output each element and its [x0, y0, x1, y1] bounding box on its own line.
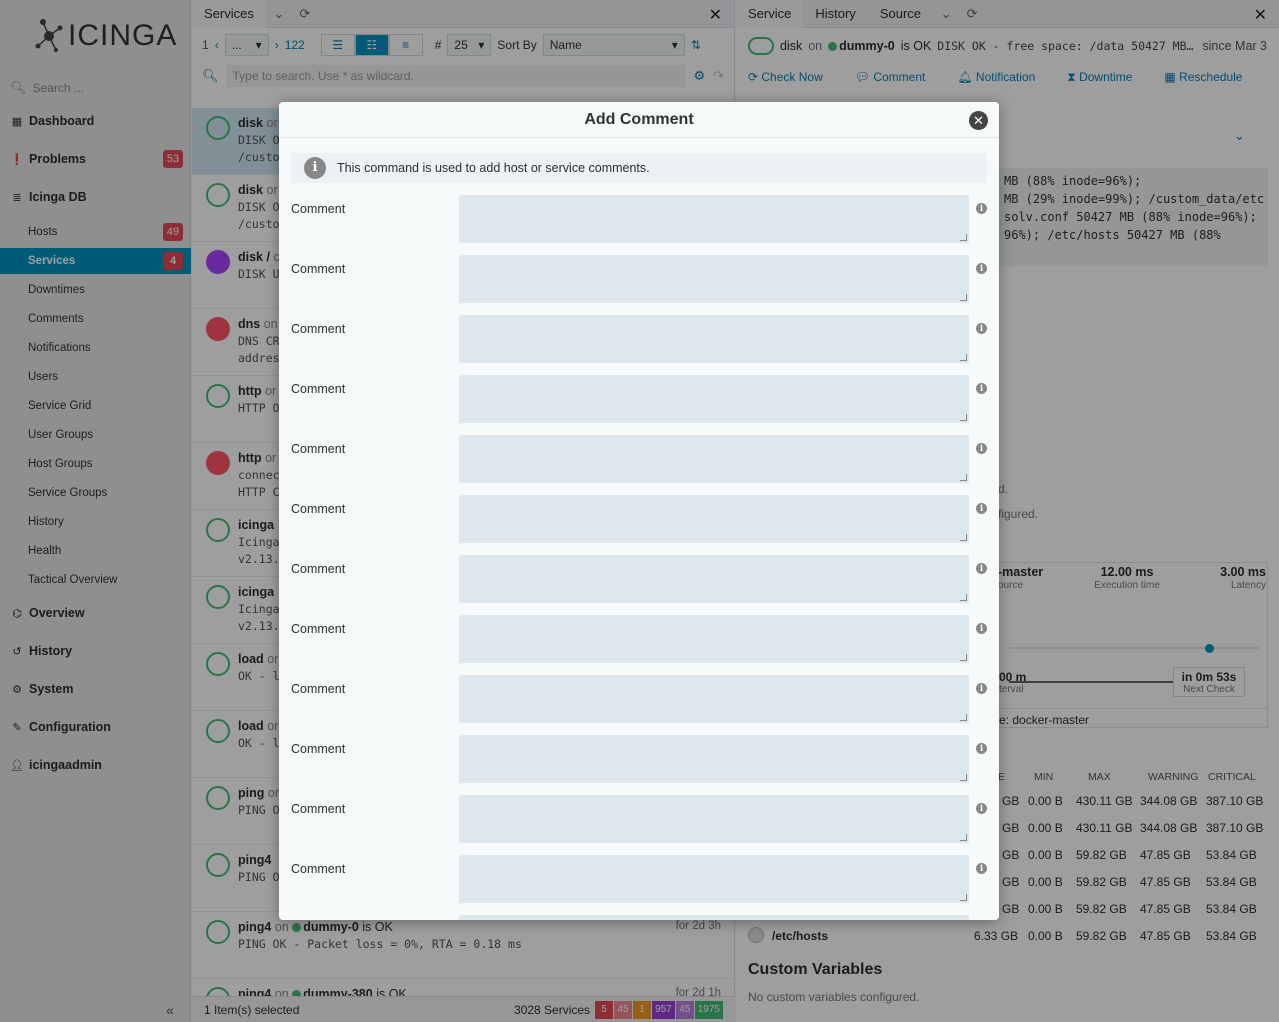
comment-field-row: Comment i: [279, 735, 999, 783]
comment-textarea[interactable]: [459, 255, 969, 303]
help-icon[interactable]: i: [976, 803, 987, 814]
help-icon[interactable]: i: [976, 323, 987, 334]
resize-grip-icon[interactable]: [960, 774, 967, 781]
help-icon[interactable]: i: [976, 503, 987, 514]
comment-field-row: Comment i: [279, 675, 999, 723]
comment-label: Comment: [291, 862, 346, 876]
info-icon: i: [304, 157, 326, 179]
comment-label: Comment: [291, 382, 346, 396]
comment-field-row: Comment i: [279, 255, 999, 303]
comment-textarea[interactable]: [459, 675, 969, 723]
resize-grip-icon[interactable]: [960, 354, 967, 361]
resize-grip-icon[interactable]: [960, 714, 967, 721]
resize-grip-icon[interactable]: [960, 234, 967, 241]
comment-textarea[interactable]: [459, 795, 969, 843]
modal-header: Add Comment: [279, 102, 999, 138]
resize-grip-icon[interactable]: [960, 834, 967, 841]
info-text: This command is used to add host or serv…: [337, 161, 650, 175]
comment-textarea[interactable]: [459, 915, 969, 920]
resize-grip-icon[interactable]: [960, 594, 967, 601]
resize-grip-icon[interactable]: [960, 474, 967, 481]
comment-textarea[interactable]: [459, 315, 969, 363]
comment-field-row: Comment i: [279, 315, 999, 363]
comment-field-row: Comment i: [279, 195, 999, 243]
comment-field-row: Comment i: [279, 495, 999, 543]
comment-label: Comment: [291, 442, 346, 456]
resize-grip-icon[interactable]: [960, 654, 967, 661]
help-icon[interactable]: i: [976, 623, 987, 634]
comment-label: Comment: [291, 682, 346, 696]
comment-label: Comment: [291, 562, 346, 576]
comment-textarea[interactable]: [459, 195, 969, 243]
comment-field-row: Comment i: [279, 615, 999, 663]
modal-title: Add Comment: [584, 110, 694, 128]
comment-field-row: Comment i: [279, 375, 999, 423]
comment-label: Comment: [291, 502, 346, 516]
help-icon[interactable]: i: [976, 383, 987, 394]
comment-field-row: Comment i: [279, 555, 999, 603]
comment-label: Comment: [291, 742, 346, 756]
help-icon[interactable]: i: [976, 863, 987, 874]
comment-label: Comment: [291, 802, 346, 816]
help-icon[interactable]: i: [976, 263, 987, 274]
comment-field-row: Comment i: [279, 795, 999, 843]
help-icon[interactable]: i: [976, 683, 987, 694]
help-icon[interactable]: i: [976, 563, 987, 574]
comment-field-row: Comment i: [279, 855, 999, 903]
comment-textarea[interactable]: [459, 375, 969, 423]
info-message: i This command is used to add host or se…: [291, 153, 987, 183]
comment-label: Comment: [291, 322, 346, 336]
comment-textarea[interactable]: [459, 555, 969, 603]
help-icon[interactable]: i: [976, 203, 987, 214]
help-icon[interactable]: i: [976, 443, 987, 454]
comment-textarea[interactable]: [459, 735, 969, 783]
comment-field-row: [279, 915, 999, 920]
help-icon[interactable]: i: [976, 743, 987, 754]
comment-textarea[interactable]: [459, 435, 969, 483]
resize-grip-icon[interactable]: [960, 294, 967, 301]
comment-label: Comment: [291, 202, 346, 216]
close-icon[interactable]: ✕: [969, 111, 988, 130]
resize-grip-icon[interactable]: [960, 414, 967, 421]
resize-grip-icon[interactable]: [960, 534, 967, 541]
comment-label: Comment: [291, 622, 346, 636]
comment-textarea[interactable]: [459, 615, 969, 663]
comment-textarea[interactable]: [459, 855, 969, 903]
comment-label: Comment: [291, 262, 346, 276]
add-comment-modal: Add Comment ✕ i This command is used to …: [279, 102, 999, 920]
comment-field-row: Comment i: [279, 435, 999, 483]
comment-textarea[interactable]: [459, 495, 969, 543]
resize-grip-icon[interactable]: [960, 894, 967, 901]
